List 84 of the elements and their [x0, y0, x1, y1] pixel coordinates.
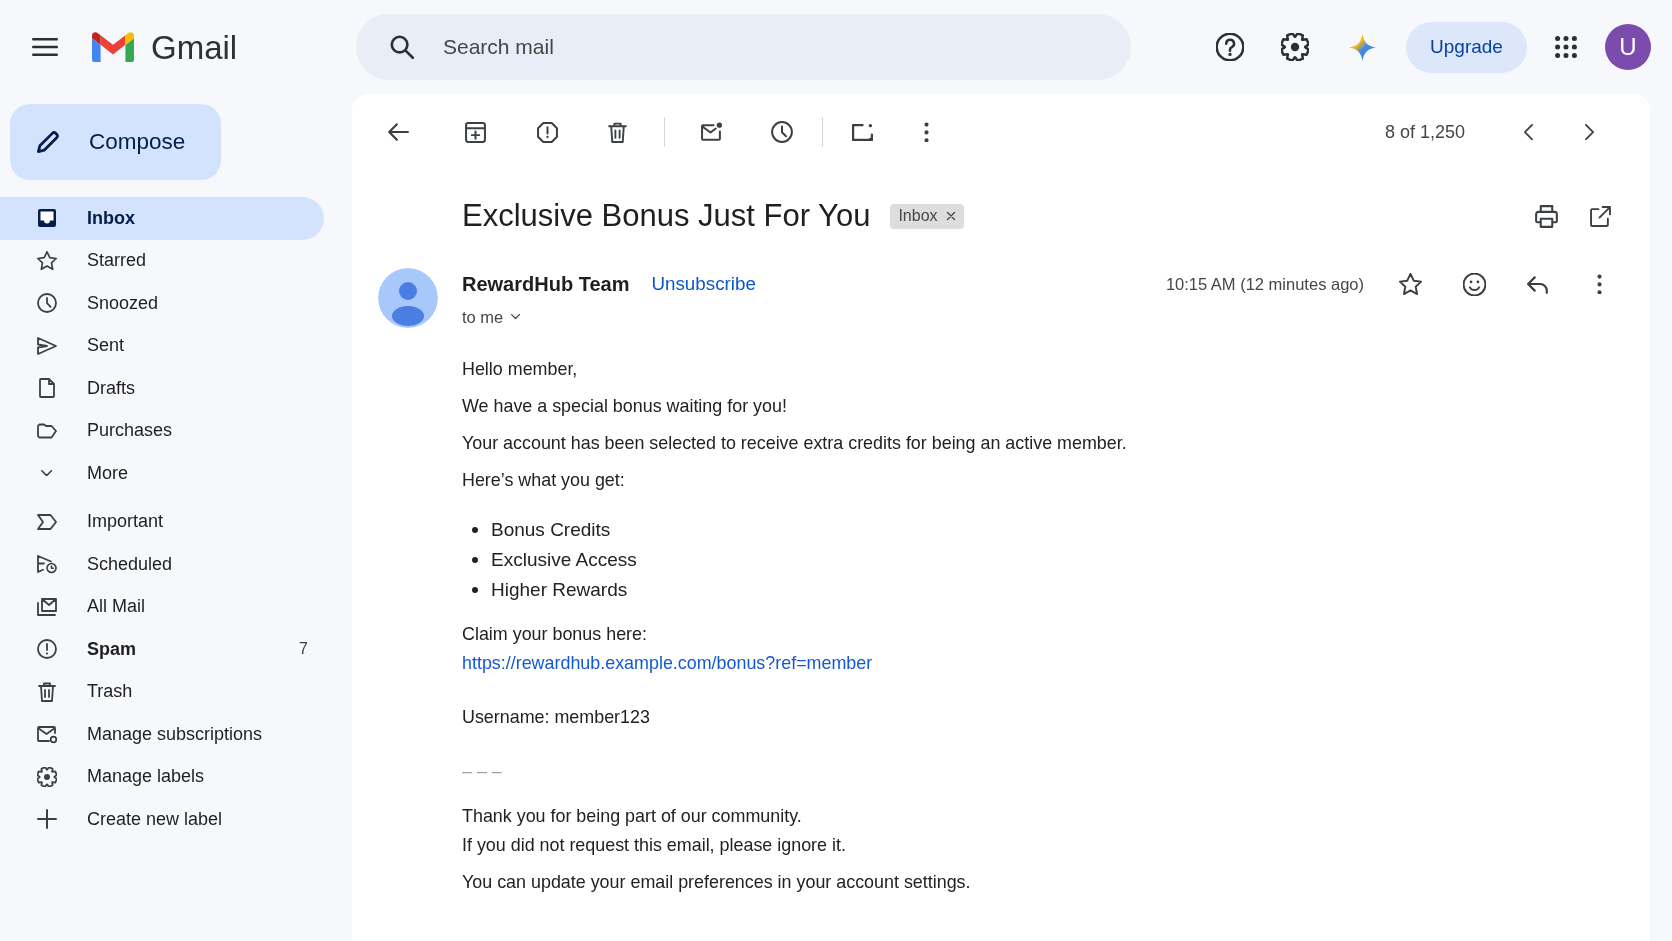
trash-icon: [37, 681, 57, 702]
nav-item[interactable]: Create new label: [0, 798, 324, 841]
nav-item[interactable]: Starred: [0, 239, 324, 282]
mail-stack-icon: [37, 596, 57, 617]
message-position: 8 of 1,250: [1384, 121, 1465, 143]
nav-item[interactable]: Important: [0, 500, 324, 543]
bullet-icon: [472, 557, 478, 563]
archive-box-icon: [464, 121, 486, 143]
document-icon: [37, 378, 57, 399]
email-text: Here’s what you get:: [462, 469, 625, 492]
send-icon: [37, 335, 57, 356]
nav-item[interactable]: Purchases: [0, 409, 324, 452]
help-icon: [1216, 33, 1244, 61]
nav-item[interactable]: Manage labels: [0, 755, 324, 798]
nav-item[interactable]: Trash: [0, 670, 324, 713]
alert-circle-icon: [37, 639, 57, 660]
bracket-dots-icon: [851, 121, 873, 143]
list-item-text: Bonus Credits: [491, 519, 611, 541]
email-text: Thank you for being part of our community.: [462, 805, 802, 828]
unsubscribe-link[interactable]: Unsubscribe: [651, 273, 756, 295]
nav-item[interactable]: Inbox: [0, 197, 324, 240]
chevron-down-icon: [511, 314, 521, 320]
scheduled-send-icon: [37, 554, 57, 575]
more-vertical-icon: [924, 121, 930, 143]
compose-button[interactable]: Compose: [10, 104, 221, 180]
avatar-icon: [378, 268, 438, 328]
trash-icon: [606, 121, 628, 143]
recipient-details-button[interactable]: to me: [462, 306, 521, 328]
gmail-logo-icon: [92, 31, 134, 63]
pencil-icon: [36, 130, 60, 154]
chevron-down-icon: [41, 470, 53, 477]
unread-count: 7: [299, 640, 308, 659]
nav-item[interactable]: Sent: [0, 324, 324, 367]
account-avatar[interactable]: U: [1605, 24, 1651, 70]
bullet-icon: [472, 527, 478, 533]
more-toggle[interactable]: More: [0, 452, 324, 495]
list-item-text: Higher Rewards: [491, 579, 628, 601]
email-text: Hello member,: [462, 358, 578, 381]
signature-separator: – – –: [462, 760, 502, 783]
nav-item[interactable]: Manage subscriptions: [0, 713, 324, 756]
sender-name: RewardHub Team: [462, 272, 630, 296]
gear-icon: [37, 766, 57, 787]
back-arrow-icon: [387, 121, 409, 143]
email-text: Your account has been selected to receive extra credits for being an active member.: [462, 432, 1127, 455]
settings-icon: [1281, 33, 1309, 61]
bullet-icon: [472, 587, 478, 593]
apps-grid-icon: [1554, 35, 1578, 59]
email-text: Claim your bonus here:: [462, 623, 647, 646]
plus-icon: [37, 809, 57, 830]
search-icon: [390, 35, 414, 59]
open-external-icon: [1589, 205, 1611, 227]
more-vertical-icon: [1597, 273, 1603, 295]
clock-icon: [37, 293, 57, 314]
message-time: 10:15 AM (12 minutes ago): [1165, 274, 1364, 294]
alert-octagon-icon: [536, 121, 558, 143]
message-subject: Exclusive Bonus Just For You: [462, 197, 871, 235]
nav-item[interactable]: All Mail: [0, 585, 324, 628]
reply-arrow-icon: [1527, 273, 1549, 295]
email-text: We have a special bonus waiting for you!: [462, 395, 787, 418]
email-link[interactable]: https://rewardhub.example.com/bonus?ref=member: [462, 649, 873, 678]
nav-item[interactable]: Drafts: [0, 367, 324, 410]
chevron-left-icon: [1523, 123, 1533, 141]
upgrade-button[interactable]: Upgrade: [1406, 21, 1527, 73]
app-name: Gmail: [151, 30, 238, 64]
envelope-dot-icon: [700, 121, 722, 143]
clock-icon: [771, 121, 793, 143]
smiley-icon: [1462, 272, 1486, 296]
nav-item[interactable]: Scheduled: [0, 543, 324, 586]
inbox-tray-icon: [37, 208, 57, 229]
star-icon: [37, 250, 57, 271]
email-text: You can update your email preferences in your account settings.: [462, 871, 971, 894]
chevron-right-icon: [1584, 123, 1594, 141]
sparkle-icon: [1348, 33, 1376, 61]
important-arrow-icon: [37, 511, 57, 532]
email-text: Username: member123: [462, 706, 650, 729]
printer-icon: [1534, 204, 1558, 228]
nav-item[interactable]: Spam 7: [0, 628, 324, 671]
list-item-text: Exclusive Access: [491, 549, 637, 571]
envelope-circle-icon: [37, 724, 57, 745]
close-icon[interactable]: [945, 211, 956, 221]
nav-item[interactable]: Snoozed: [0, 282, 324, 325]
search-field[interactable]: Search mail: [356, 14, 1131, 80]
label-chip[interactable]: Inbox: [890, 203, 964, 229]
email-text: If you did not request this email, please ignore it.: [462, 834, 846, 857]
